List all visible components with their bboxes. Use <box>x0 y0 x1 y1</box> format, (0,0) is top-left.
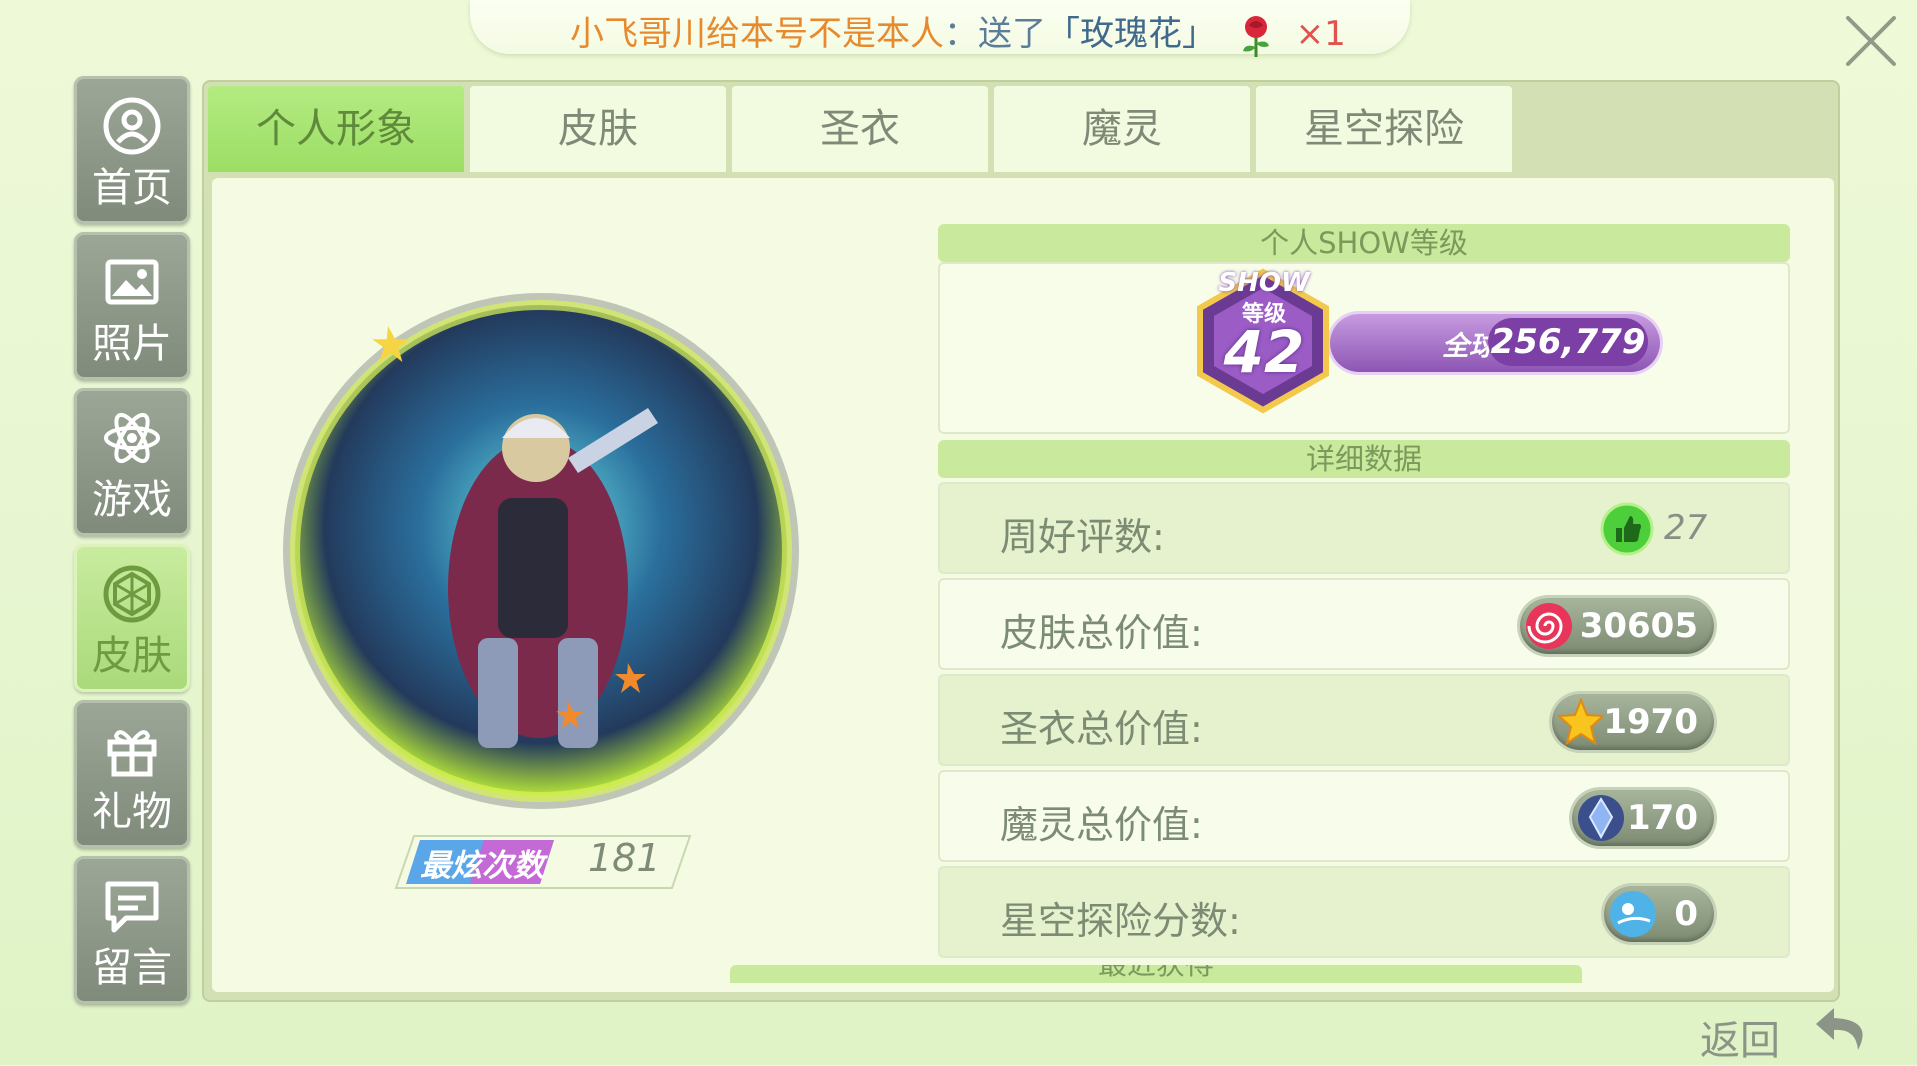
character-portrait <box>283 293 799 809</box>
detail-row-star-adventure-score: 星空探险分数: 0 <box>938 866 1790 958</box>
tab-skins[interactable]: 皮肤 <box>470 86 726 172</box>
show-count-value: 181 <box>588 836 661 880</box>
detail-label: 周好评数: <box>1000 515 1165 559</box>
detail-value-pill: 30605 <box>1520 598 1714 654</box>
sidebar-item-label: 礼物 <box>92 789 172 835</box>
detail-label: 星空探险分数: <box>1000 899 1241 943</box>
recent-acquired-header: 最近获得 <box>730 965 1582 983</box>
sidebar-item-label: 游戏 <box>92 477 172 523</box>
tab-spirits[interactable]: 魔灵 <box>994 86 1250 172</box>
detail-value-pill: 0 <box>1604 886 1714 942</box>
show-level-header: 个人SHOW等级 <box>938 224 1790 262</box>
detail-value-pill: 170 <box>1572 790 1714 846</box>
detail-value: 0 <box>1674 894 1698 934</box>
details-header: 详细数据 <box>938 440 1790 478</box>
thumbs-up-icon <box>1600 502 1654 556</box>
show-badge-word: SHOW <box>1218 268 1310 298</box>
rose-icon <box>1242 15 1269 57</box>
swirl-candy-icon <box>1526 603 1572 649</box>
gift-name: 「玫瑰花」 <box>1046 14 1216 54</box>
tab-personal-image[interactable]: 个人形象 <box>208 86 464 172</box>
detail-row-weekly-likes: 周好评数: 27 <box>938 482 1790 574</box>
show-count-label: 最炫次数 <box>420 848 544 884</box>
close-button[interactable] <box>1840 10 1902 72</box>
tab-star-adventure[interactable]: 星空探险 <box>1256 86 1512 172</box>
detail-row-armor-value: 圣衣总价值: 1970 <box>938 674 1790 766</box>
crystal-icon <box>1578 795 1624 841</box>
diamond-icon <box>103 565 161 623</box>
planet-icon <box>1610 891 1656 937</box>
sidebar-item-label: 留言 <box>92 945 172 991</box>
sidebar-item-photos[interactable]: 照片 <box>74 232 190 380</box>
detail-label: 圣衣总价值: <box>1000 707 1203 751</box>
global-rank-value: 256,779 <box>1488 318 1648 366</box>
detail-value: 1970 <box>1603 702 1698 742</box>
back-button[interactable]: 返回 <box>1700 1000 1900 1064</box>
detail-label: 皮肤总价值: <box>1000 611 1203 655</box>
sidebar-item-label: 照片 <box>92 321 172 367</box>
tab-holy-armor[interactable]: 圣衣 <box>732 86 988 172</box>
atom-icon <box>104 412 160 464</box>
gift-sender-name: 小飞哥川给本号不是本人 <box>570 14 944 54</box>
show-level-number: 42 <box>1223 318 1305 386</box>
return-arrow-icon <box>1816 1008 1863 1050</box>
star-icon <box>1556 697 1606 746</box>
detail-value: 30605 <box>1579 606 1698 646</box>
user-icon <box>103 97 161 155</box>
sidebar-item-label: 皮肤 <box>92 633 172 679</box>
detail-label: 魔灵总价值: <box>1000 803 1203 847</box>
gift-action-text: ：送了 <box>944 14 1046 54</box>
gift-notice-text: 小飞哥川给本号不是本人：送了「玫瑰花」 ×1 <box>570 6 1346 59</box>
sidebar-item-skins[interactable]: 皮肤 <box>74 544 190 692</box>
sidebar-item-gifts[interactable]: 礼物 <box>74 700 190 848</box>
sidebar-item-messages[interactable]: 留言 <box>74 856 190 1004</box>
message-icon <box>105 881 159 933</box>
detail-value: 27 <box>1664 508 1708 548</box>
detail-value-pill: 1970 <box>1552 694 1714 750</box>
global-rank-bar: 全球排名 256,779 <box>1330 314 1660 372</box>
detail-value: 170 <box>1627 798 1698 838</box>
detail-row-skin-value: 皮肤总价值: 30605 <box>938 578 1790 670</box>
gift-icon <box>107 730 157 777</box>
photo-icon <box>105 259 159 305</box>
sidebar-item-games[interactable]: 游戏 <box>74 388 190 536</box>
sidebar-item-home[interactable]: 首页 <box>74 76 190 224</box>
gift-count: ×1 <box>1295 14 1346 54</box>
detail-row-spirit-value: 魔灵总价值: 170 <box>938 770 1790 862</box>
sidebar-item-label: 首页 <box>92 165 172 211</box>
back-label: 返回 <box>1700 1018 1780 1064</box>
